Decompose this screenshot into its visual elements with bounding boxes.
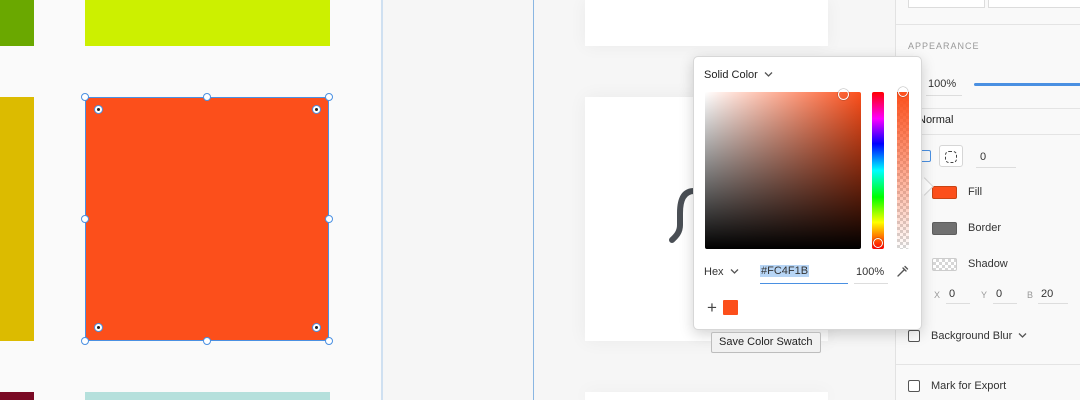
- section-divider-4: [896, 364, 1080, 365]
- corner-radius-handle-tr[interactable]: [312, 105, 321, 114]
- opacity-value[interactable]: 100%: [928, 78, 956, 90]
- shadow-b-label: B: [1027, 290, 1034, 300]
- hue-slider-handle[interactable]: [873, 238, 883, 248]
- background-blur-checkbox[interactable]: [908, 330, 920, 342]
- fill-label: Fill: [968, 186, 983, 198]
- corner-radius-handle-bl[interactable]: [94, 323, 103, 332]
- fill-type-select[interactable]: Solid Color: [704, 69, 758, 81]
- save-color-swatch-tooltip: Save Color Swatch: [711, 332, 821, 353]
- opacity-slider[interactable]: [974, 83, 1080, 86]
- hex-input-underline: [760, 283, 848, 284]
- saved-color-swatch[interactable]: [723, 300, 738, 315]
- background-blur-label[interactable]: Background Blur: [931, 330, 1012, 342]
- resize-handle-bottom[interactable]: [203, 337, 211, 345]
- border-color-box[interactable]: [932, 222, 957, 235]
- corner-radius-handle-tl[interactable]: [94, 105, 103, 114]
- opacity-input-underline: [854, 283, 888, 284]
- shadow-x-underline: [946, 303, 970, 304]
- shadow-y-underline: [993, 303, 1017, 304]
- maroon-swatch[interactable]: [0, 392, 34, 400]
- opacity-field-underline: [926, 95, 962, 96]
- resize-handle-top-left[interactable]: [81, 93, 89, 101]
- shadow-b-underline: [1038, 303, 1068, 304]
- hex-input[interactable]: #FC4F1B: [760, 265, 810, 277]
- appearance-heading: APPEARANCE: [908, 41, 980, 51]
- color-picker-popover: Solid Color Hex #FC4F1B 100% +: [693, 56, 922, 330]
- section-divider-3: [896, 134, 1080, 135]
- resize-handle-bottom-right[interactable]: [325, 337, 333, 345]
- corner-radius-value[interactable]: 0: [980, 151, 986, 163]
- shadow-x-label: X: [934, 290, 941, 300]
- eyedropper-icon[interactable]: [896, 265, 909, 278]
- section-divider-2: [896, 108, 1080, 109]
- selected-rectangle[interactable]: [85, 97, 329, 341]
- shadow-y-value[interactable]: 0: [996, 288, 1002, 300]
- shadow-y-label: Y: [981, 290, 988, 300]
- chevron-down-icon[interactable]: [764, 71, 773, 78]
- green-swatch[interactable]: [0, 0, 34, 46]
- card-top[interactable]: [585, 0, 828, 46]
- section-divider: [896, 24, 1080, 25]
- corner-rounded-button[interactable]: [939, 145, 963, 167]
- add-swatch-button[interactable]: +: [707, 298, 717, 318]
- resize-handle-top-right[interactable]: [325, 93, 333, 101]
- shadow-color-box[interactable]: [932, 258, 957, 271]
- alpha-slider-handle[interactable]: [898, 87, 908, 97]
- shadow-label: Shadow: [968, 258, 1008, 270]
- border-label: Border: [968, 222, 1002, 234]
- yellow-swatch[interactable]: [0, 97, 34, 341]
- teal-swatch[interactable]: [85, 392, 330, 400]
- chevron-down-icon[interactable]: [730, 268, 739, 275]
- inspector-panel: APPEARANCE 100% Normal 0 Fill Border Sha…: [895, 0, 1080, 400]
- resize-handle-left[interactable]: [81, 215, 89, 223]
- mark-for-export-label[interactable]: Mark for Export: [931, 380, 1006, 392]
- color-mode-select[interactable]: Hex: [704, 266, 724, 278]
- blend-mode-select[interactable]: Normal: [918, 114, 953, 126]
- shadow-x-value[interactable]: 0: [949, 288, 955, 300]
- mark-for-export-checkbox[interactable]: [908, 380, 920, 392]
- alpha-slider[interactable]: [897, 92, 909, 249]
- shadow-b-value[interactable]: 20: [1041, 288, 1053, 300]
- resize-handle-right[interactable]: [325, 215, 333, 223]
- resize-handle-bottom-left[interactable]: [81, 337, 89, 345]
- corner-radius-underline: [976, 167, 1016, 168]
- resize-handle-top[interactable]: [203, 93, 211, 101]
- top-field[interactable]: [908, 0, 985, 8]
- artboard-guide-line: [533, 0, 534, 400]
- corner-radius-handle-br[interactable]: [312, 323, 321, 332]
- top-field-2[interactable]: [988, 0, 1080, 8]
- hue-slider[interactable]: [872, 92, 884, 249]
- saturation-brightness-area[interactable]: [705, 92, 861, 249]
- fill-color-box[interactable]: [932, 186, 957, 199]
- color-selector-handle[interactable]: [838, 89, 849, 100]
- card-bottom[interactable]: [585, 392, 828, 400]
- lime-swatch[interactable]: [85, 0, 330, 46]
- artboard-edge-line: [381, 0, 383, 400]
- opacity-input[interactable]: 100%: [856, 266, 884, 278]
- chevron-down-icon[interactable]: [1018, 332, 1027, 339]
